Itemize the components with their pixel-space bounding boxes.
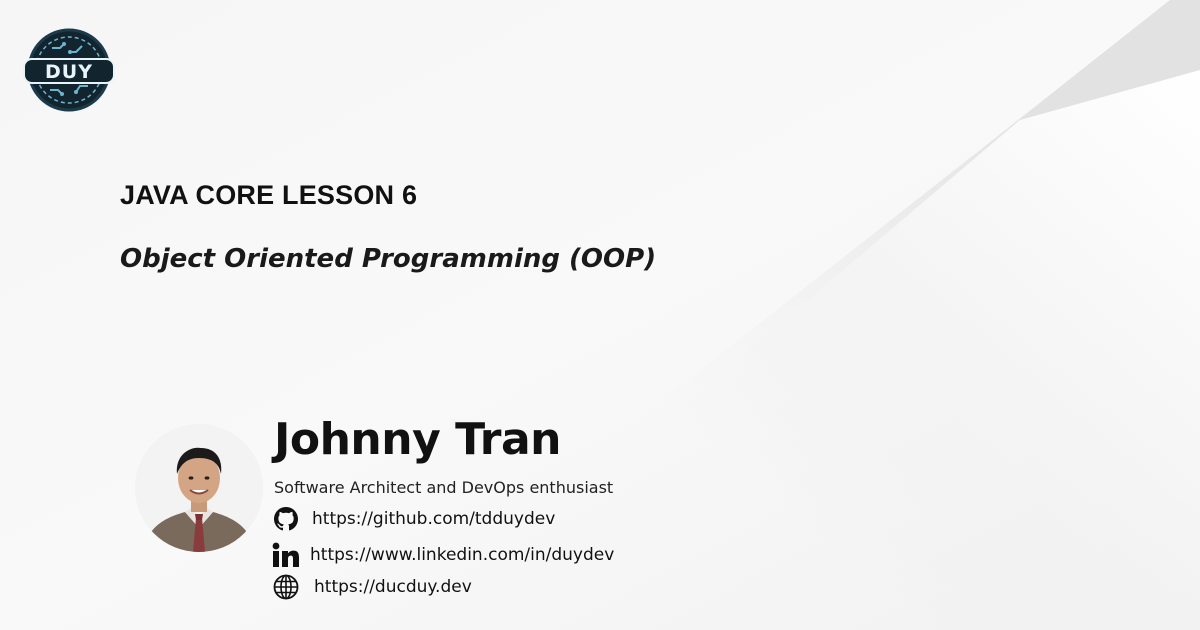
linkedin-icon bbox=[272, 542, 300, 568]
author-avatar bbox=[135, 424, 263, 552]
brand-logo: DUY bbox=[22, 26, 116, 116]
github-icon bbox=[272, 506, 300, 532]
website-link-row: https://ducduy.dev bbox=[272, 574, 472, 600]
svg-text:DUY: DUY bbox=[45, 61, 93, 83]
circuit-logo-icon: DUY bbox=[23, 28, 115, 112]
website-link[interactable]: https://ducduy.dev bbox=[314, 577, 472, 597]
author-role: Software Architect and DevOps enthusiast bbox=[274, 478, 614, 497]
course-title: JAVA CORE LESSON 6 bbox=[120, 180, 418, 210]
linkedin-link-row: https://www.linkedin.com/in/duydev bbox=[272, 542, 614, 568]
linkedin-link[interactable]: https://www.linkedin.com/in/duydev bbox=[310, 545, 614, 565]
course-subtitle: Object Oriented Programming (OOP) bbox=[120, 244, 657, 274]
github-link[interactable]: https://github.com/tdduydev bbox=[312, 509, 555, 529]
github-link-row: https://github.com/tdduydev bbox=[272, 506, 555, 532]
globe-icon bbox=[272, 574, 300, 600]
author-name: Johnny Tran bbox=[274, 414, 561, 465]
